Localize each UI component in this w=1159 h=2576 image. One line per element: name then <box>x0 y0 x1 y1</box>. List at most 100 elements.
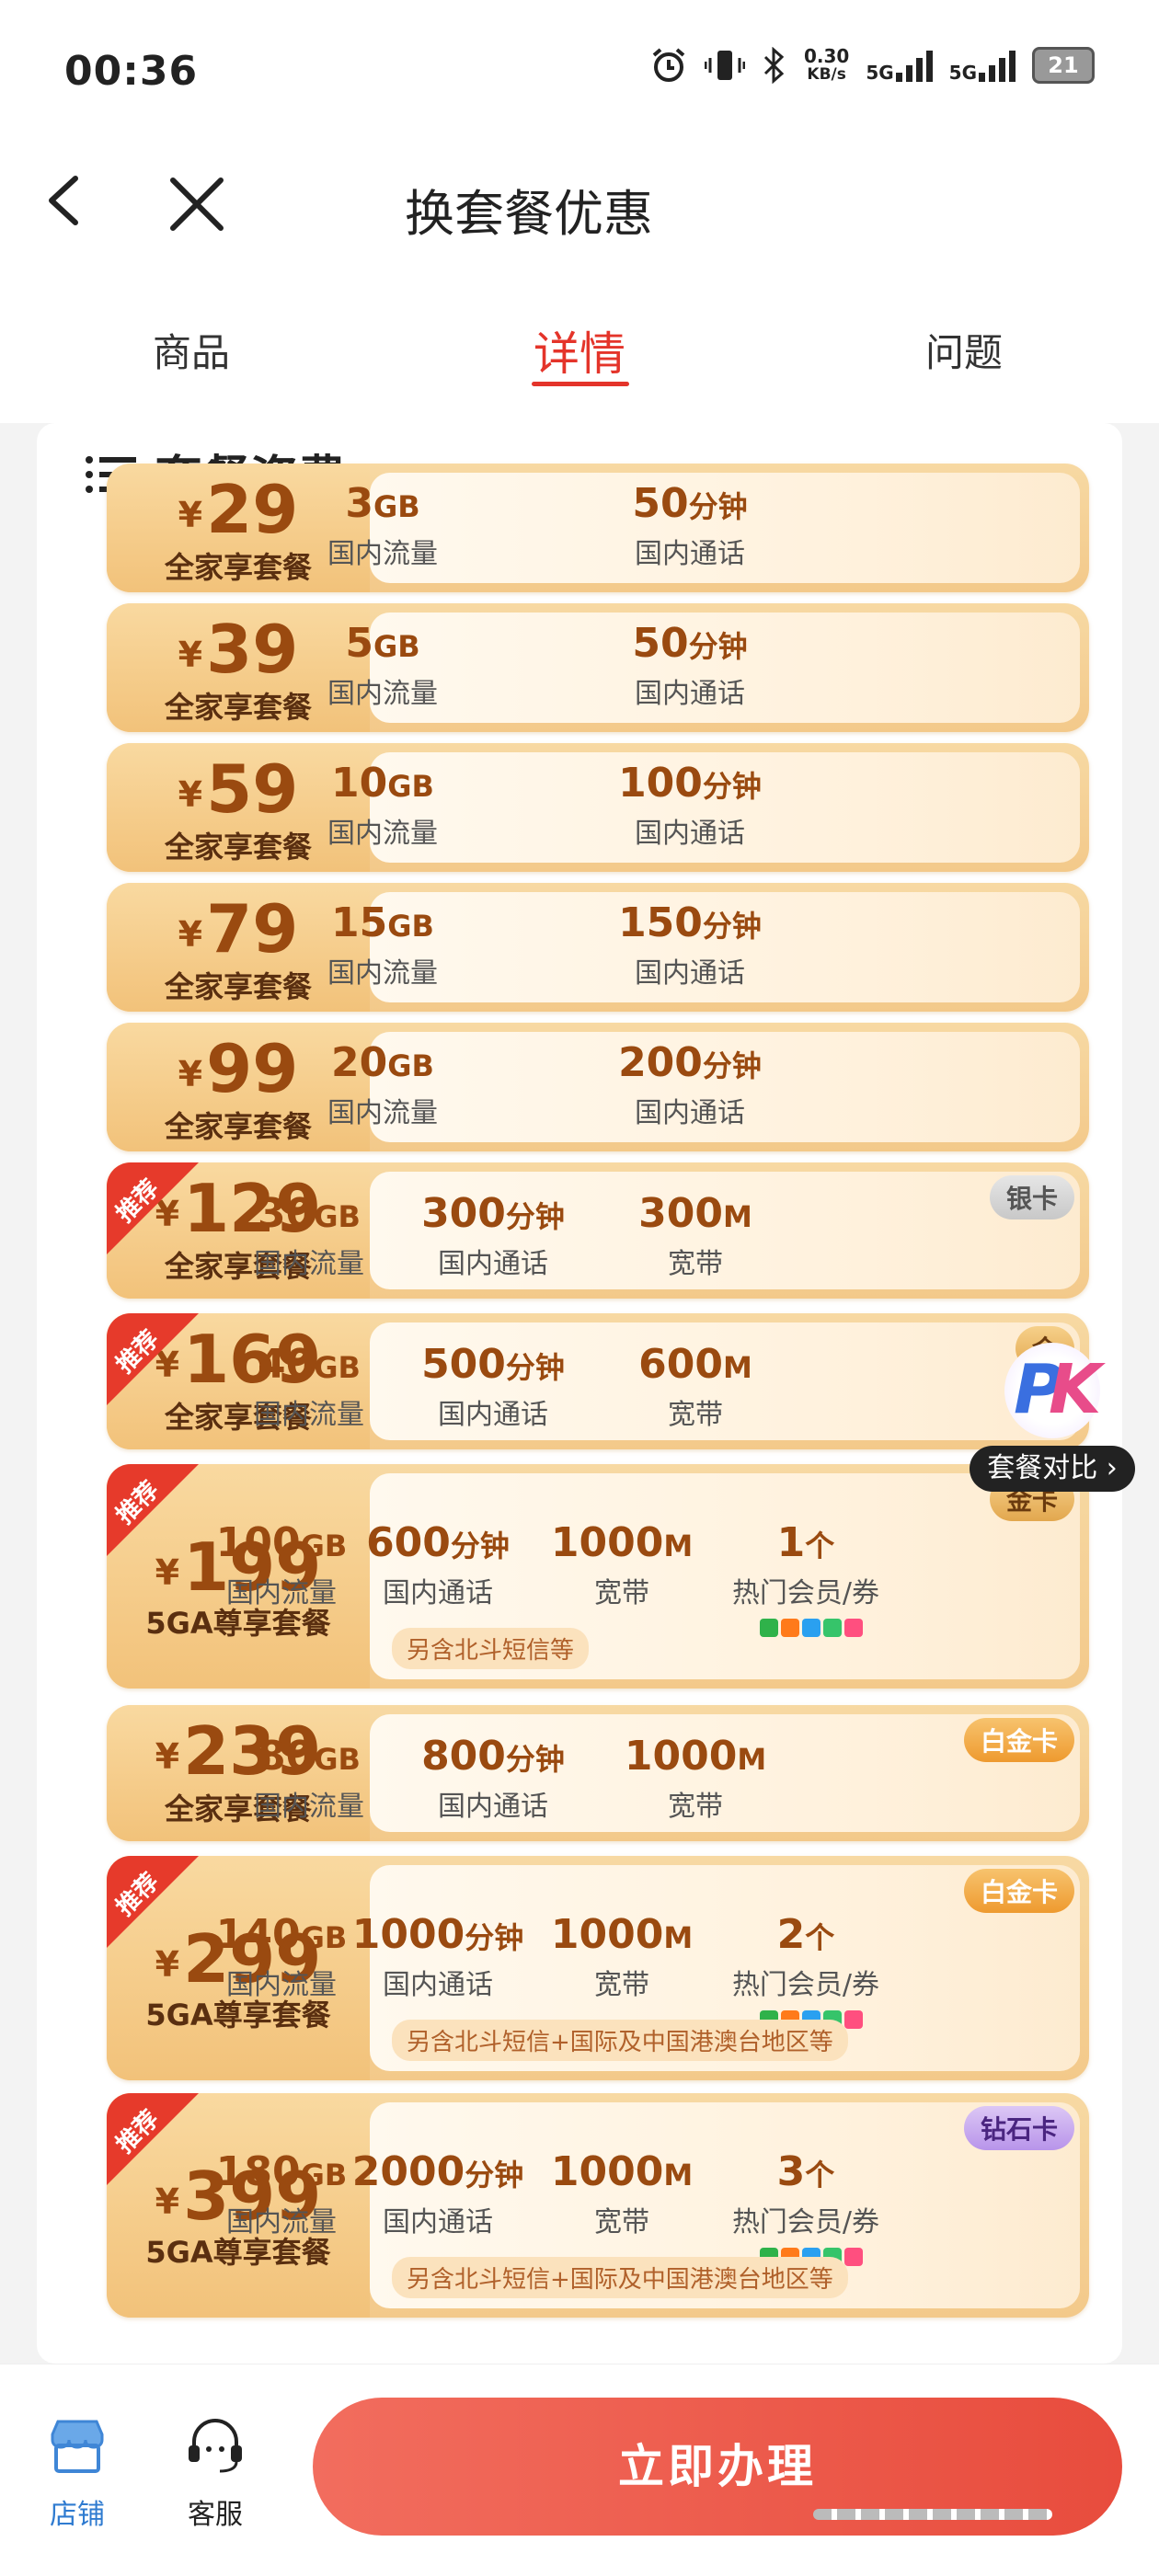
plan-feature: 1000分钟国内通话 <box>346 1911 530 2002</box>
feature-label: 国内通话 <box>438 1399 548 1431</box>
plan-card[interactable]: ¥239 全家享套餐 白金卡 80GB 国内流量 800分钟 国内通话 1000M 宽带 <box>107 1705 1089 1841</box>
feature-label: 国内通话 <box>383 1969 493 2001</box>
feature-unit: GB <box>314 1742 361 1777</box>
feature-label: 国内通话 <box>635 818 745 850</box>
feature-label: 宽带 <box>668 1399 723 1431</box>
feature-unit: GB <box>373 489 420 524</box>
feature-label: 宽带 <box>668 1791 723 1823</box>
customer-service-button[interactable]: 客服 <box>169 2412 261 2532</box>
home-indicator <box>813 2509 1052 2520</box>
feature-label: 国内流量 <box>226 2206 337 2238</box>
feature-unit: GB <box>314 1199 361 1234</box>
plan-feature: 1000M 宽带 <box>544 1519 700 1610</box>
plan-compare-float[interactable]: P K 套餐对比 › <box>970 1343 1135 1492</box>
signal-2: 5G <box>949 49 1016 82</box>
feature-unit: 分钟 <box>702 1048 762 1083</box>
currency-symbol: ¥ <box>155 2181 180 2222</box>
currency-symbol: ¥ <box>155 1736 180 1777</box>
feature-value: 1000M <box>550 2148 694 2195</box>
feature-unit: M <box>663 1920 694 1955</box>
plan-feature: 200分钟 国内通话 <box>593 1039 786 1130</box>
price-value: 59 <box>206 750 299 828</box>
currency-symbol: ¥ <box>178 635 203 675</box>
feature-label: 国内通话 <box>635 957 745 990</box>
feature-value: 300M <box>638 1190 752 1237</box>
app-icon <box>844 1619 863 1637</box>
feature-label: 热门会员/券 <box>731 1969 880 2001</box>
feature-value: 10GB <box>331 760 434 807</box>
plan-feature: 40GB 国内流量 <box>226 1341 392 1432</box>
feature-value: 1000M <box>624 1733 767 1780</box>
plan-card[interactable]: ¥39 全家享套餐 5GB 国内流量 50分钟 国内通话 <box>107 603 1089 732</box>
alarm-icon <box>652 48 685 82</box>
feature-label: 国内流量 <box>327 818 438 850</box>
plan-compare-button[interactable]: 套餐对比 › <box>970 1446 1135 1492</box>
detail-panel: 套餐资费 ¥29全家享套餐3GB国内流量50分钟国内通话¥39全家享套餐5GB国… <box>37 423 1122 2364</box>
plan-feature: 100GB 国内流量 <box>203 1519 360 1610</box>
plan-feature: 300分钟国内通话 <box>401 1190 585 1281</box>
feature-value: 30GB <box>258 1190 361 1237</box>
feature-label: 国内流量 <box>327 957 438 990</box>
feature-unit: GB <box>314 1350 361 1385</box>
plan-card[interactable]: ¥199 5GA尊享套餐 推荐 金卡 100GB 国内流量 600分钟 国内通话 1000M 宽带… <box>107 1464 1089 1689</box>
currency-symbol: ¥ <box>178 1054 203 1094</box>
feature-label: 宽带 <box>594 1577 649 1609</box>
shop-icon <box>51 2420 104 2473</box>
feature-unit: 分钟 <box>450 1528 510 1563</box>
tab-details[interactable]: 详情 <box>534 317 625 384</box>
currency-symbol: ¥ <box>178 914 203 955</box>
feature-label: 宽带 <box>594 2206 649 2238</box>
plan-card[interactable]: ¥79 全家享套餐 15GB 国内流量 150分钟 国内通话 <box>107 883 1089 1012</box>
feature-label: 国内流量 <box>254 1791 364 1823</box>
pk-logo-icon: P K <box>1004 1343 1101 1438</box>
feature-value: 3GB <box>345 480 420 527</box>
plan-feature: 1个 热门会员/券 <box>705 1519 907 1610</box>
plan-card[interactable]: ¥399 5GA尊享套餐 推荐 钻石卡 180GB 国内流量 2000分钟 国内通话 1000M… <box>107 2093 1089 2318</box>
nav-header: 换套餐优惠 <box>0 147 1159 258</box>
plan-feature: 50分钟 国内通话 <box>593 480 786 571</box>
plan-card[interactable]: ¥99 全家享套餐 20GB 国内流量 200分钟 国内通话 <box>107 1023 1089 1151</box>
plan-card[interactable]: ¥169全家享套餐推荐金40GB国内流量500分钟国内通话600M宽带 <box>107 1313 1089 1449</box>
feature-value: 150分钟 <box>618 899 762 946</box>
bottom-bar: 店铺 客服 立即办理 <box>0 2364 1159 2576</box>
feature-label: 国内流量 <box>254 1248 364 1280</box>
feature-label: 国内通话 <box>383 1577 493 1609</box>
app-icon <box>781 1619 799 1637</box>
feature-unit: M <box>723 1350 752 1385</box>
plan-card[interactable]: ¥299 5GA尊享套餐 推荐 白金卡 140GB 国内流量 1000分钟 国内通话 1000M… <box>107 1856 1089 2080</box>
feature-label: 国内通话 <box>438 1248 548 1280</box>
feature-value: 300分钟 <box>421 1190 565 1237</box>
tab-products[interactable]: 商品 <box>153 322 230 378</box>
plan-note: 另含北斗短信等 <box>392 1628 590 1669</box>
feature-unit: M <box>663 1528 694 1563</box>
feature-label: 国内流量 <box>226 1577 337 1609</box>
app-icon <box>823 1619 842 1637</box>
feature-label: 宽带 <box>594 1969 649 2001</box>
feature-value: 200分钟 <box>618 1039 762 1086</box>
plan-card[interactable]: ¥29 全家享套餐 3GB 国内流量 50分钟 国内通话 <box>107 464 1089 592</box>
plan-card[interactable]: ¥129 全家享套餐 推荐 银卡 30GB 国内流量 300分钟 国内通话 300M 宽带 <box>107 1162 1089 1299</box>
feature-label: 热门会员/券 <box>731 2206 880 2238</box>
status-time: 00:36 <box>64 48 199 95</box>
tier-badge: 钻石卡 <box>963 2106 1074 2150</box>
plan-card[interactable]: ¥59 全家享套餐 10GB 国内流量 100分钟 国内通话 <box>107 743 1089 872</box>
plan-feature: 180GB 国内流量 <box>203 2148 360 2239</box>
feature-value: 50分钟 <box>632 620 748 667</box>
feature-label: 国内通话 <box>635 538 745 570</box>
plan-feature: 5GB 国内流量 <box>286 620 479 711</box>
headset-icon <box>189 2419 242 2473</box>
feature-label: 国内通话 <box>383 2206 493 2238</box>
plan-feature: 3个 热门会员/券 <box>705 2148 907 2239</box>
feature-unit: 分钟 <box>505 1350 565 1385</box>
feature-unit: 个 <box>805 2158 835 2192</box>
signal-1: 5G <box>866 49 933 82</box>
feature-value: 1000分钟 <box>351 1911 524 1958</box>
tab-questions[interactable]: 问题 <box>925 322 1003 378</box>
member-app-icons <box>760 1619 863 1637</box>
battery-icon: 21 <box>1032 47 1095 84</box>
plan-feature: 3GB 国内流量 <box>286 480 479 571</box>
plan-feature: 1000M 宽带 <box>613 1733 778 1824</box>
shop-button[interactable]: 店铺 <box>31 2412 123 2532</box>
price-value: 29 <box>206 471 299 548</box>
feature-value: 600M <box>638 1341 752 1388</box>
